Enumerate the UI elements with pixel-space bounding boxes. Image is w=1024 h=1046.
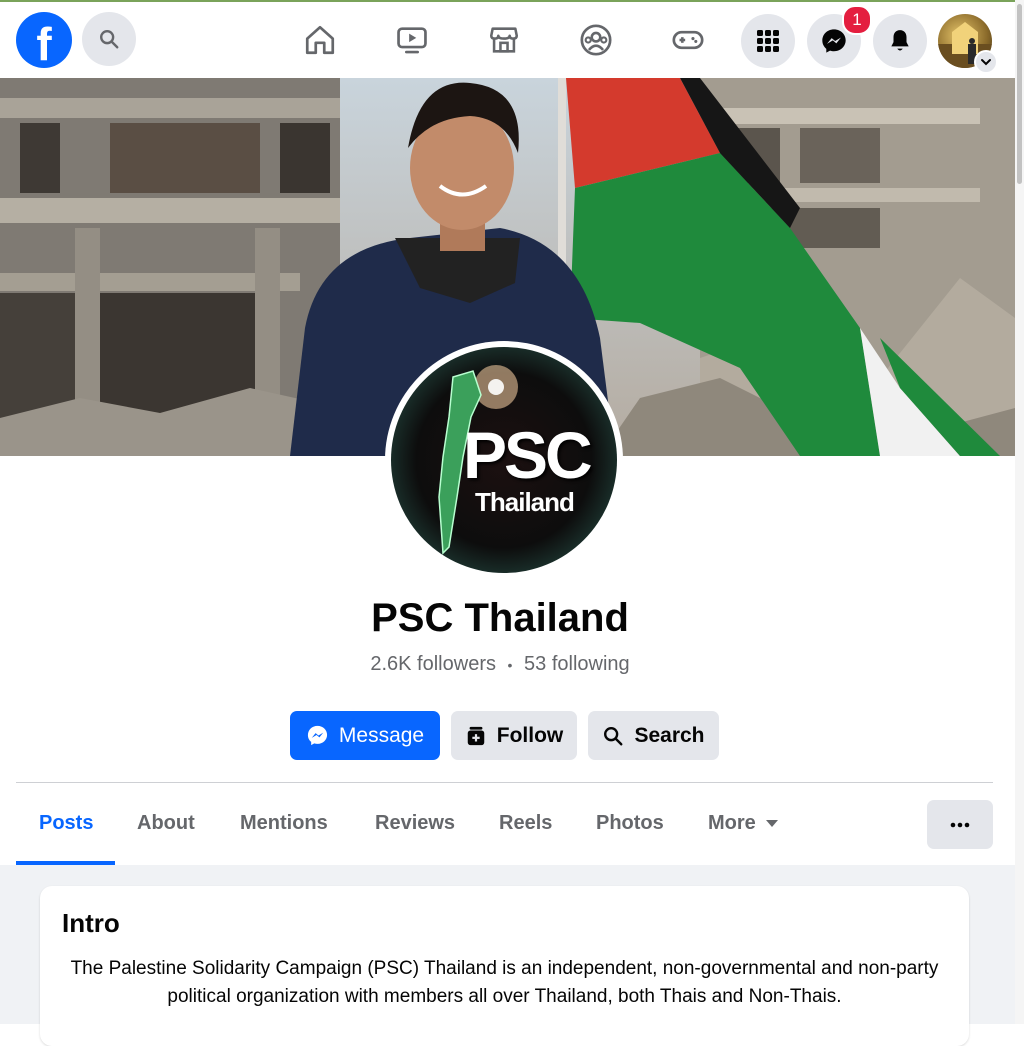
logo-text-main: PSC	[463, 418, 593, 492]
tab-more-label: More	[708, 812, 756, 834]
message-button-label: Message	[338, 723, 425, 747]
nav-gaming[interactable]	[670, 22, 706, 58]
menu-grid-icon	[757, 30, 779, 52]
top-navigation-bar: f 1	[0, 0, 1024, 78]
groups-icon	[580, 24, 612, 56]
message-button[interactable]: Message	[290, 711, 440, 760]
tab-about[interactable]: About	[137, 812, 195, 835]
tab-reels[interactable]: Reels	[499, 812, 552, 835]
marketplace-icon	[489, 27, 519, 53]
home-icon	[305, 25, 335, 55]
nav-video[interactable]	[394, 22, 430, 58]
search-page-button[interactable]: Search	[588, 711, 719, 760]
nav-groups[interactable]	[578, 22, 614, 58]
tab-reviews[interactable]: Reviews	[375, 812, 455, 835]
more-options-button[interactable]	[927, 800, 993, 849]
menu-button[interactable]	[741, 14, 795, 68]
messenger-icon	[822, 29, 846, 53]
logo-text-sub: Thailand	[475, 487, 575, 517]
notifications-button[interactable]	[873, 14, 927, 68]
ellipsis-icon	[950, 822, 970, 827]
nav-marketplace[interactable]	[486, 22, 522, 58]
tab-mentions[interactable]: Mentions	[240, 812, 328, 835]
tab-more[interactable]: More	[708, 812, 778, 835]
search-icon	[604, 726, 623, 745]
gaming-icon	[672, 30, 704, 50]
search-button[interactable]	[82, 12, 136, 66]
bell-icon	[891, 30, 909, 51]
search-button-label: Search	[634, 723, 705, 747]
search-icon	[100, 30, 119, 49]
intro-title: Intro	[62, 908, 120, 938]
scrollbar-thumb[interactable]	[1017, 4, 1022, 184]
stats-separator: •	[507, 657, 513, 673]
video-icon	[397, 27, 427, 54]
psc-logo: PSC Thailand	[391, 347, 617, 573]
follow-button[interactable]: Follow	[451, 711, 577, 760]
page-title: PSC Thailand	[371, 596, 629, 640]
header-divider	[16, 782, 993, 783]
chevron-down-icon	[981, 59, 991, 66]
messenger-badge: 1	[842, 5, 872, 35]
intro-bio: The Palestine Solidarity Campaign (PSC) …	[70, 958, 939, 1007]
intro-card: Intro The Palestine Solidarity Campaign …	[40, 886, 969, 1046]
tab-posts[interactable]: Posts	[39, 812, 93, 835]
caret-down-icon	[765, 819, 778, 827]
profile-picture[interactable]: PSC Thailand	[385, 341, 623, 579]
follow-button-label: Follow	[496, 723, 564, 747]
tab-photos[interactable]: Photos	[596, 812, 664, 835]
messenger-icon	[307, 725, 327, 746]
following-count[interactable]: 53 following	[524, 653, 630, 675]
nav-home[interactable]	[302, 22, 338, 58]
follow-icon	[467, 726, 484, 745]
facebook-logo[interactable]: f	[16, 12, 72, 68]
account-menu-toggle[interactable]	[974, 50, 998, 74]
followers-count[interactable]: 2.6K followers	[370, 653, 496, 675]
follow-stats: 2.6K followers • 53 following	[0, 653, 1000, 676]
